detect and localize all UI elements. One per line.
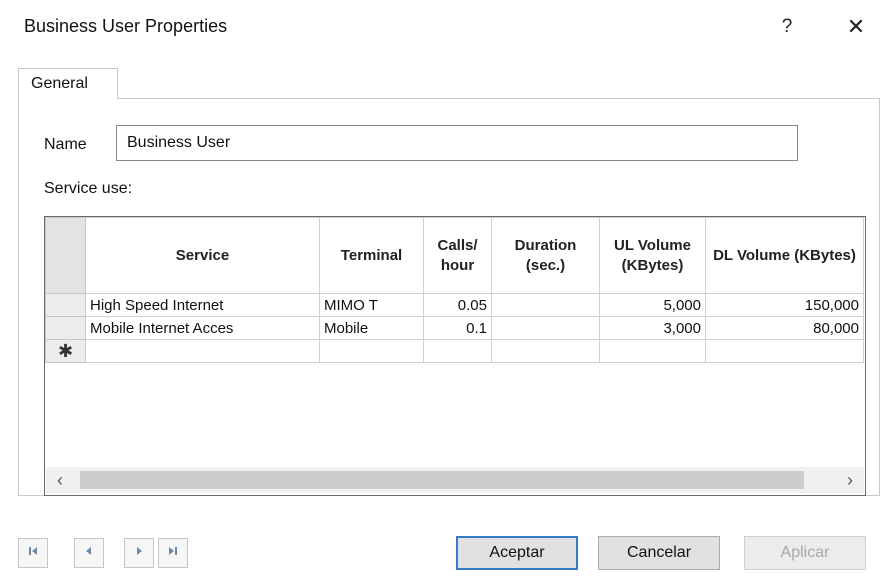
column-header-calls-hour[interactable]: Calls/ hour xyxy=(423,217,492,294)
new-row-asterisk-icon: ✱ xyxy=(57,341,74,361)
cell-duration[interactable] xyxy=(491,293,600,317)
column-header-ul-volume[interactable]: UL Volume (KBytes) xyxy=(599,217,706,294)
table-row[interactable]: Mobile Internet Acces Mobile 0.1 3,000 8… xyxy=(45,316,864,340)
scroll-left-arrow-icon[interactable]: ‹ xyxy=(48,467,72,493)
service-table: Service Terminal Calls/ hour Duration (s… xyxy=(45,217,864,363)
help-button[interactable]: ? xyxy=(772,12,802,42)
service-use-label: Service use: xyxy=(44,180,133,197)
scrollbar-thumb[interactable] xyxy=(80,471,804,489)
first-record-button[interactable] xyxy=(18,538,48,568)
cell-ul-volume[interactable]: 3,000 xyxy=(599,316,706,340)
close-button[interactable]: ✕ xyxy=(838,12,874,42)
row-selector[interactable] xyxy=(45,293,86,317)
cell-service[interactable]: High Speed Internet xyxy=(85,293,320,317)
new-cell-terminal[interactable] xyxy=(319,339,424,363)
previous-record-icon xyxy=(86,547,91,555)
table-row[interactable]: High Speed Internet MIMO T 0.05 5,000 15… xyxy=(45,293,864,317)
cell-calls-hour[interactable]: 0.1 xyxy=(423,316,492,340)
horizontal-scrollbar[interactable]: ‹ › xyxy=(46,467,864,493)
service-use-grid[interactable]: Service Terminal Calls/ hour Duration (s… xyxy=(44,216,866,496)
name-label: Name xyxy=(44,136,87,153)
new-cell-service[interactable] xyxy=(85,339,320,363)
last-record-button[interactable] xyxy=(158,538,188,568)
scroll-right-arrow-icon[interactable]: › xyxy=(838,467,862,493)
cell-terminal[interactable]: MIMO T xyxy=(319,293,424,317)
title-bar: Business User Properties ? ✕ xyxy=(0,0,890,60)
dialog-title: Business User Properties xyxy=(24,16,228,36)
first-record-icon xyxy=(29,547,37,555)
column-header-dl-volume[interactable]: DL Volume (KBytes) xyxy=(705,217,864,294)
table-header-row: Service Terminal Calls/ hour Duration (s… xyxy=(45,217,864,294)
cell-dl-volume[interactable]: 150,000 xyxy=(705,293,864,317)
cell-ul-volume[interactable]: 5,000 xyxy=(599,293,706,317)
column-header-service[interactable]: Service xyxy=(85,217,320,294)
cell-dl-volume[interactable]: 80,000 xyxy=(705,316,864,340)
new-row[interactable]: ✱ xyxy=(45,339,864,363)
tab-general[interactable]: General xyxy=(18,68,118,100)
new-cell-ul-volume[interactable] xyxy=(599,339,706,363)
previous-record-button[interactable] xyxy=(74,538,104,568)
cell-duration[interactable] xyxy=(491,316,600,340)
apply-button[interactable]: Aplicar xyxy=(744,536,866,570)
next-record-button[interactable] xyxy=(124,538,154,568)
row-selector[interactable] xyxy=(45,316,86,340)
column-header-terminal[interactable]: Terminal xyxy=(319,217,424,294)
business-user-properties-dialog: Business User Properties ? ✕ General Nam… xyxy=(0,0,890,576)
row-header-corner xyxy=(45,217,86,294)
column-header-duration[interactable]: Duration (sec.) xyxy=(491,217,600,294)
cell-calls-hour[interactable]: 0.05 xyxy=(423,293,492,317)
ok-button[interactable]: Aceptar xyxy=(456,536,578,570)
new-row-selector[interactable]: ✱ xyxy=(45,339,86,363)
cancel-button[interactable]: Cancelar xyxy=(598,536,720,570)
cell-terminal[interactable]: Mobile xyxy=(319,316,424,340)
new-cell-duration[interactable] xyxy=(491,339,600,363)
next-record-icon xyxy=(137,547,142,555)
new-cell-dl-volume[interactable] xyxy=(705,339,864,363)
new-cell-calls-hour[interactable] xyxy=(423,339,492,363)
last-record-icon xyxy=(169,547,177,555)
cell-service[interactable]: Mobile Internet Acces xyxy=(85,316,320,340)
name-field[interactable] xyxy=(116,125,798,161)
